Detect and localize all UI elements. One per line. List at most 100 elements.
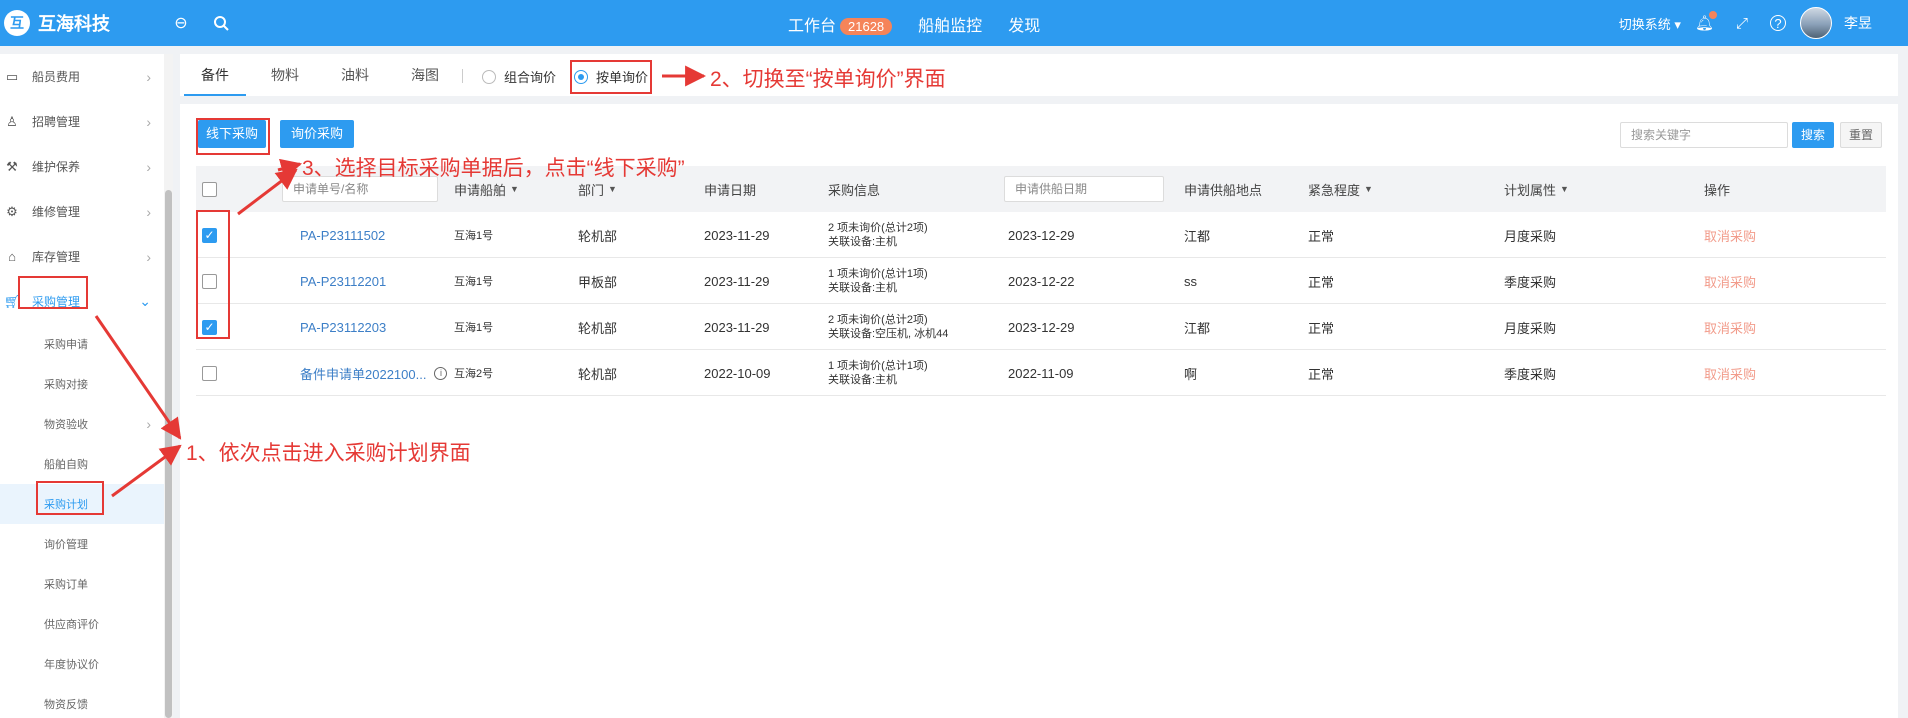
- order-no-link[interactable]: PA-P23112201: [300, 258, 386, 304]
- purchase-info-line2: 关联设备:主机: [828, 236, 898, 248]
- header-purchase-info: 采购信息: [828, 182, 881, 198]
- sidebar-sub-label: 物资验收: [44, 419, 88, 431]
- header-operation: 操作: [1704, 182, 1731, 198]
- table-row[interactable]: PA-P23112201 互海1号 甲板部 2023-11-29 1 项未询价(…: [196, 258, 1886, 304]
- username[interactable]: 李昱: [1844, 13, 1872, 33]
- order-no-link[interactable]: 备件申请单2022100...: [300, 364, 426, 383]
- cart-icon: 🛒︎: [3, 293, 21, 309]
- cancel-purchase-link[interactable]: 取消采购: [1704, 304, 1756, 350]
- tab-charts[interactable]: 海图: [394, 54, 456, 96]
- chevron-right-icon: ›: [146, 203, 151, 220]
- sidebar-sub-ship-self-purchase[interactable]: 船舶自购: [0, 444, 173, 484]
- sidebar-sub-annual-agreement-price[interactable]: 年度协议价: [0, 644, 173, 684]
- help-icon[interactable]: ?: [1770, 15, 1786, 31]
- supply-date-cell: 2023-12-29: [1008, 319, 1075, 335]
- radio-combined-inquiry[interactable]: 组合询价: [482, 67, 556, 86]
- sidebar-item-repair[interactable]: ⚙ 维修管理 ›: [0, 189, 173, 234]
- nav-workbench[interactable]: 工作台 21628: [788, 12, 893, 36]
- avatar[interactable]: [1800, 7, 1832, 39]
- search-icon[interactable]: [210, 12, 232, 34]
- wrench-icon: ⚙: [6, 203, 18, 219]
- select-all-checkbox[interactable]: [202, 181, 217, 197]
- sidebar-item-recruitment[interactable]: ♙ 招聘管理 ›: [0, 99, 173, 144]
- sidebar-sub-purchase-docking[interactable]: 采购对接: [0, 364, 173, 404]
- header-plan-attr[interactable]: 计划属性 ▼: [1504, 166, 1569, 212]
- sidebar-item-inventory[interactable]: ⌂ 库存管理 ›: [0, 234, 173, 279]
- order-no-link[interactable]: PA-P23112203: [300, 304, 386, 350]
- reset-button[interactable]: 重置: [1840, 122, 1882, 148]
- top-right-tools: 切换系统 ▾ 🔔︎ ⤢ ? 李昱: [1619, 0, 1908, 46]
- collapse-sidebar-icon[interactable]: ⊖: [170, 12, 192, 34]
- table-row[interactable]: PA-P23112203 互海1号 轮机部 2023-11-29 2 项未询价(…: [196, 304, 1886, 350]
- bell-icon[interactable]: 🔔︎: [1695, 11, 1717, 32]
- chevron-right-icon: ›: [146, 416, 151, 432]
- sidebar-item-maintenance[interactable]: ⚒ 维护保养 ›: [0, 144, 173, 189]
- row-select-cell: [202, 350, 217, 396]
- urgency-cell: 正常: [1308, 228, 1335, 244]
- plan-attr-cell: 季度采购: [1504, 366, 1557, 382]
- urgency-cell: 正常: [1308, 320, 1335, 336]
- ship-cell: 互海1号: [454, 322, 494, 334]
- sidebar-sub-purchase-plan[interactable]: 采购计划: [0, 484, 173, 524]
- ship-cell: 互海1号: [454, 276, 494, 288]
- tab-materials[interactable]: 物料: [254, 54, 316, 96]
- supply-date-filter-cell: 申请供船日期: [1004, 166, 1164, 212]
- row-checkbox[interactable]: [202, 365, 217, 381]
- cancel-purchase-link[interactable]: 取消采购: [1704, 350, 1756, 396]
- row-select-cell: [202, 304, 217, 350]
- plan-attr-cell: 月度采购: [1504, 228, 1557, 244]
- apply-date-cell: 2023-11-29: [704, 273, 770, 289]
- plan-attr-cell: 季度采购: [1504, 274, 1557, 290]
- purchase-info-cell: 1 项未询价(总计1项) 关联设备:主机: [828, 258, 928, 304]
- sidebar-sub-material-feedback[interactable]: 物资反馈: [0, 684, 173, 718]
- sidebar-sub-purchase-order[interactable]: 采购订单: [0, 564, 173, 604]
- search-button[interactable]: 搜索: [1792, 122, 1834, 148]
- sidebar-sub-inquiry-management[interactable]: 询价管理: [0, 524, 173, 564]
- nav-ship-monitor[interactable]: 船舶监控: [918, 12, 982, 36]
- nav-discover[interactable]: 发现: [1008, 12, 1040, 36]
- sidebar-sub-material-acceptance[interactable]: 物资验收 ›: [0, 404, 173, 444]
- table-row[interactable]: 备件申请单2022100... i 互海2号 轮机部 2022-10-09 1 …: [196, 350, 1886, 396]
- brand-logo[interactable]: 互 互海科技: [4, 10, 110, 36]
- radio-by-order-inquiry[interactable]: 按单询价: [574, 67, 648, 86]
- sidebar-item-label: 船员费用: [32, 70, 81, 84]
- caret-down-icon: ▼: [1560, 184, 1569, 194]
- fullscreen-icon[interactable]: ⤢: [1736, 15, 1748, 32]
- supply-date-cell: 2023-12-22: [1008, 273, 1075, 289]
- header-urgency[interactable]: 紧急程度 ▼: [1308, 166, 1373, 212]
- inquiry-purchase-button[interactable]: 询价采购: [280, 120, 354, 148]
- sidebar-item-label: 库存管理: [32, 250, 81, 264]
- search-input[interactable]: 搜索关键字: [1620, 122, 1788, 148]
- tab-oil[interactable]: 油料: [324, 54, 386, 96]
- urgency-cell: 正常: [1308, 366, 1335, 382]
- row-checkbox[interactable]: [202, 273, 217, 289]
- logo-mark-icon: 互: [4, 10, 30, 36]
- top-bar: 互 互海科技 ⊖ 工作台 21628 船舶监控 发现 切换系统 ▾ 🔔︎ ⤢ ? …: [0, 0, 1908, 46]
- sidebar-item-procurement[interactable]: 🛒︎ 采购管理 ⌄: [0, 279, 173, 324]
- sidebar-item-crew-fees[interactable]: ▭ 船员费用 ›: [0, 54, 173, 99]
- supply-date-cell: 2022-11-09: [1008, 365, 1074, 381]
- top-nav: 工作台 21628 船舶监控 发现: [788, 12, 1066, 36]
- sidebar-scrollbar-thumb[interactable]: [165, 190, 172, 718]
- info-icon[interactable]: i: [434, 366, 448, 380]
- switch-system-dropdown[interactable]: 切换系统 ▾: [1619, 14, 1681, 33]
- supply-place-cell: 啊: [1184, 366, 1198, 382]
- dept-cell: 轮机部: [578, 366, 618, 382]
- annotation-step2: 2、切换至“按单询价”界面: [710, 68, 946, 91]
- row-checkbox[interactable]: [202, 319, 217, 335]
- cancel-purchase-link[interactable]: 取消采购: [1704, 212, 1756, 258]
- order-no-link[interactable]: PA-P23111502: [300, 212, 385, 258]
- row-checkbox[interactable]: [202, 227, 217, 243]
- purchase-plan-table: 申请单号/名称 申请船舶 ▼ 部门 ▼ 申请日期 采购信息 申请供船日期 申请供船地…: [196, 166, 1886, 396]
- sidebar-sub-purchase-request[interactable]: 采购申请: [0, 324, 173, 364]
- supply-date-filter-input[interactable]: 申请供船日期: [1004, 176, 1164, 202]
- annotation-step3: 3、选择目标采购单据后，点击“线下采购”: [302, 157, 685, 180]
- offline-purchase-button[interactable]: 线下采购: [198, 120, 266, 148]
- sidebar-item-label: 维护保养: [32, 160, 81, 174]
- table-row[interactable]: PA-P23111502 互海1号 轮机部 2023-11-29 2 项未询价(…: [196, 212, 1886, 258]
- cancel-purchase-link[interactable]: 取消采购: [1704, 258, 1756, 304]
- sidebar-sub-supplier-evaluation[interactable]: 供应商评价: [0, 604, 173, 644]
- tab-spare-parts[interactable]: 备件: [184, 54, 246, 96]
- header-dept-label: 部门: [578, 182, 605, 198]
- chevron-right-icon: ›: [146, 248, 151, 265]
